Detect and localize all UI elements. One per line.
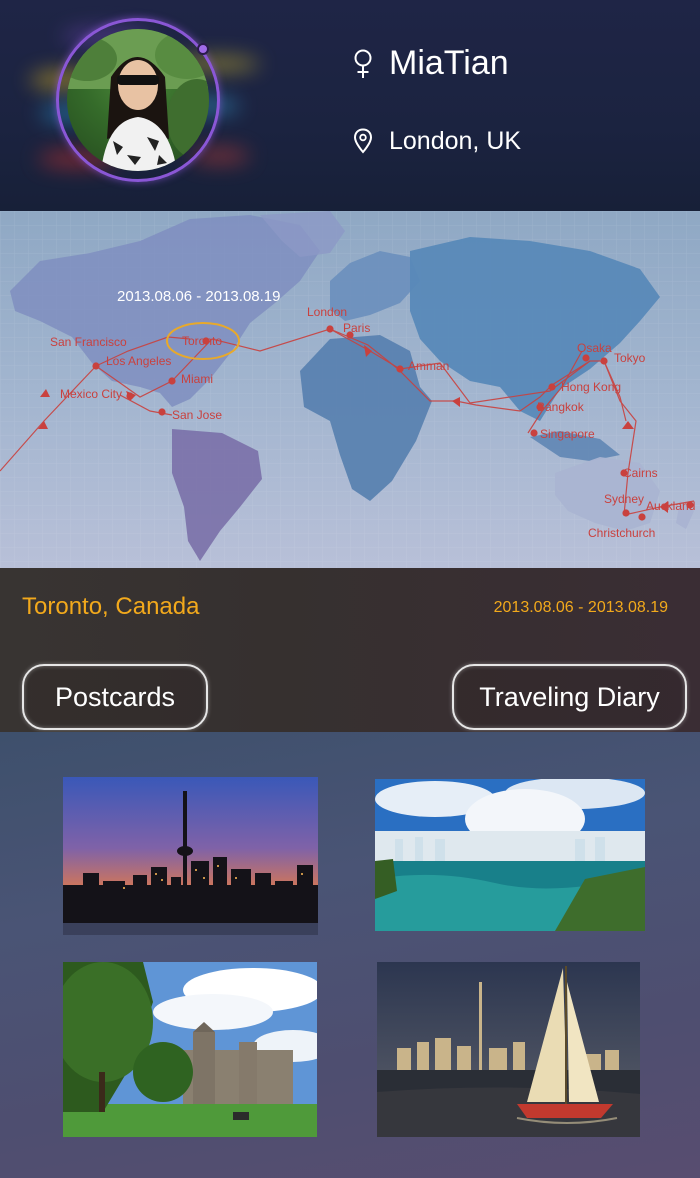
city-label-san-jose[interactable]: San Jose: [172, 408, 222, 422]
trip-panel: Toronto, Canada 2013.08.06 - 2013.08.19 …: [0, 568, 700, 732]
city-label-hong-kong[interactable]: Hong Kong: [561, 380, 621, 394]
city-label-san-francisco[interactable]: San Francisco: [50, 335, 127, 349]
world-map: San Francisco Toronto Los Angeles Miami …: [0, 211, 700, 568]
city-label-paris[interactable]: Paris: [343, 321, 370, 335]
city-label-osaka[interactable]: Osaka: [577, 341, 612, 355]
postcards-button[interactable]: Postcards: [22, 664, 208, 730]
name-row: MiaTian: [350, 44, 509, 83]
city-label-cairns[interactable]: Cairns: [623, 466, 658, 480]
photo-niagara-falls[interactable]: [375, 779, 645, 931]
city-label-london[interactable]: London: [307, 305, 347, 319]
city-label-miami[interactable]: Miami: [181, 372, 213, 386]
trip-city: Toronto, Canada: [22, 593, 200, 620]
trip-date-range: 2013.08.06 - 2013.08.19: [493, 599, 668, 616]
avatar-portrait: [67, 29, 209, 171]
city-label-christchurch[interactable]: Christchurch: [588, 526, 655, 540]
city-label-sydney[interactable]: Sydney: [604, 492, 644, 506]
city-label-toronto[interactable]: Toronto: [182, 334, 222, 348]
ring-dot: [197, 43, 209, 55]
avatar[interactable]: [67, 29, 209, 171]
city-label-singapore[interactable]: Singapore: [540, 427, 595, 441]
travel-map[interactable]: San Francisco Toronto Los Angeles Miami …: [0, 211, 700, 568]
user-location: London, UK: [389, 126, 522, 155]
map-date-range: 2013.08.06 - 2013.08.19: [117, 288, 281, 305]
profile-header: MiaTian London, UK: [0, 0, 700, 211]
photo-toronto-skyline-dusk[interactable]: [63, 777, 318, 935]
user-name: MiaTian: [389, 44, 509, 82]
map-pin-icon: [350, 126, 376, 156]
city-label-los-angeles[interactable]: Los Angeles: [106, 354, 171, 368]
location-row: London, UK: [350, 126, 521, 156]
city-label-bangkok[interactable]: Bangkok: [537, 400, 585, 414]
photo-sailboat-skyline[interactable]: [377, 962, 640, 1137]
city-label-amman[interactable]: Amman: [408, 359, 449, 373]
city-label-mexico-city[interactable]: Mexico City: [60, 387, 122, 401]
city-label-tokyo[interactable]: Tokyo: [614, 351, 646, 365]
traveling-diary-button[interactable]: Traveling Diary: [452, 664, 687, 730]
photo-university-campus[interactable]: [63, 962, 317, 1137]
photo-gallery: [0, 732, 700, 1178]
female-icon: [350, 49, 376, 79]
city-label-auckland[interactable]: Auckland: [646, 499, 695, 513]
